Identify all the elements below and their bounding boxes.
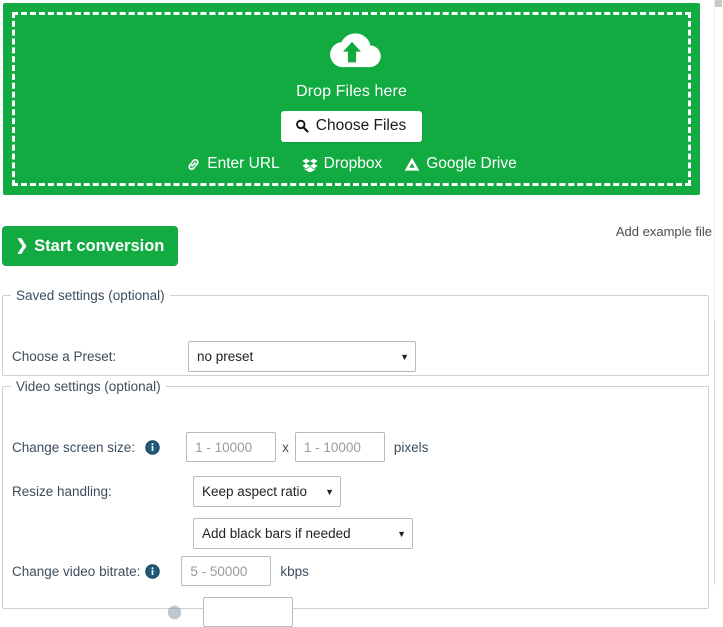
saved-settings-panel: Saved settings (optional) Choose a Prese… [2,288,709,376]
page-scrollbar[interactable] [714,0,723,585]
video-bitrate-input[interactable] [181,556,272,586]
drop-files-text: Drop Files here [296,83,407,100]
dropbox-link[interactable]: Dropbox [302,155,383,173]
enter-url-label: Enter URL [207,155,280,172]
preset-select-wrap: no preset ▼ [188,341,416,372]
video-settings-panel: Video settings (optional) Change screen … [2,379,709,627]
dimension-separator: x [282,439,289,455]
video-bitrate-label: Change video bitrate: [12,563,141,579]
start-conversion-label: Start conversion [34,236,165,255]
search-icon [295,119,309,133]
resize-handling-label: Resize handling: [12,484,112,499]
preset-select[interactable]: no preset [188,341,416,372]
aspect-ratio-select[interactable]: Keep aspect ratio [193,476,341,507]
dropbox-label: Dropbox [323,155,383,172]
aspect-ratio-select-wrap: Keep aspect ratio ▼ [193,476,341,507]
resize-handling-row: Resize handling: Keep aspect ratio ▼ [12,476,341,507]
scrollbar-track-line [714,320,715,585]
video-bitrate-row: Change video bitrate: kbps [12,556,309,586]
scrollbar-thumb[interactable] [715,0,722,7]
partial-input[interactable] [203,597,293,627]
screen-width-input[interactable] [186,432,277,462]
choose-files-button[interactable]: Choose Files [280,111,423,142]
link-icon [186,157,201,172]
google-drive-label: Google Drive [426,155,517,172]
chevron-right-icon: ❯ [15,236,29,254]
saved-settings-legend: Saved settings (optional) [16,288,165,303]
service-links-row: Enter URL Dropbox Google Drive [186,155,517,173]
info-icon-partial[interactable] [167,605,182,620]
black-bars-row: Add black bars if needed ▼ [193,518,413,549]
black-bars-select-wrap: Add black bars if needed ▼ [193,518,413,549]
google-drive-icon [404,157,420,172]
screen-size-row: Change screen size: x pixels [12,432,428,462]
enter-url-link[interactable]: Enter URL [186,155,280,173]
dropbox-icon [302,157,318,172]
preset-label: Choose a Preset: [12,349,117,364]
cloud-upload-icon [321,28,383,74]
add-example-file-link[interactable]: Add example file [616,224,712,239]
start-conversion-button[interactable]: ❯ Start conversion [2,226,178,266]
info-icon-video-bitrate[interactable] [145,563,161,579]
dropzone-dashed-border: Drop Files here Choose Files Enter URL D… [12,12,691,186]
video-bitrate-unit: kbps [280,563,309,579]
audio-setting-row-partial [12,597,293,627]
screen-size-unit: pixels [393,439,429,455]
screen-height-input[interactable] [294,432,385,462]
preset-row: Choose a Preset: no preset ▼ [12,341,416,372]
video-settings-legend: Video settings (optional) [16,379,161,394]
screen-size-label: Change screen size: [12,439,136,455]
file-dropzone[interactable]: Drop Files here Choose Files Enter URL D… [3,3,700,195]
black-bars-select[interactable]: Add black bars if needed [193,518,413,549]
choose-files-label: Choose Files [315,117,407,134]
info-icon-screen-size[interactable] [145,439,160,455]
google-drive-link[interactable]: Google Drive [404,155,517,173]
